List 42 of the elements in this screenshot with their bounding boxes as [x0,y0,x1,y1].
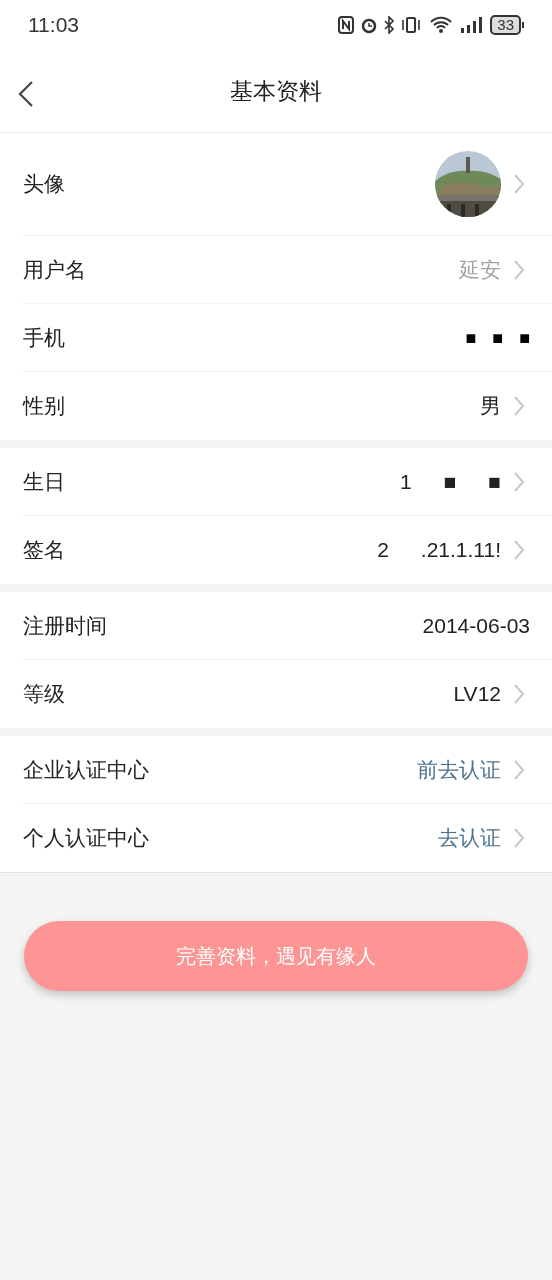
row-value: 2014-06-03 [422,612,530,639]
settings-row[interactable]: 用户名 延安 [23,236,552,304]
redaction-mark: ■ [465,328,477,347]
row-label: 个人认证中心 [23,825,149,852]
row-value: LV12 [453,681,501,708]
bluetooth-icon [384,16,395,34]
row-value: ■ [488,468,501,495]
battery-indicator: 33 [490,15,521,35]
status-time: 11:03 [28,12,79,39]
settings-row[interactable]: 签名 2 .21.1.11! [23,516,552,584]
row-label: 注册时间 [23,612,107,639]
row-label: 生日 [23,468,65,495]
back-icon [18,80,34,108]
page-title: 基本资料 [230,76,322,106]
settings-row[interactable]: 头像 [23,133,552,236]
row-label: 等级 [23,681,65,708]
row-value: 2 [377,537,389,564]
row-label: 手机 [23,324,65,351]
row-value: 前去认证 [417,756,501,783]
redaction-mark: ■ [519,328,530,347]
vibrate-icon [400,16,423,34]
row-value: 男 [480,393,501,420]
settings-row[interactable]: 个人认证中心 去认证 [23,804,552,872]
signal-icon [460,16,485,34]
row-label: 性别 [23,393,65,420]
settings-row[interactable]: 注册时间 2014-06-03 [23,592,552,660]
row-label: 用户名 [23,256,86,283]
settings-row[interactable]: 手机 ■ ■ ■ [23,304,552,372]
settings-row[interactable]: 企业认证中心 前去认证 [23,736,552,804]
row-value: 延安 [459,256,501,283]
nfc-icon [338,16,355,34]
row-value: .21.1.11! [420,537,501,564]
row-label: 头像 [23,171,65,198]
redaction-mark: ■ [492,328,504,347]
row-value: 去认证 [438,825,501,852]
settings-row[interactable]: 等级 LV12 [23,660,552,728]
row-label: 企业认证中心 [23,756,149,783]
row-value: ■ [443,468,457,495]
settings-row[interactable]: 生日 1 ■ ■ [23,448,552,516]
row-label: 签名 [23,537,65,564]
settings-row[interactable]: 性别 男 [23,372,552,440]
row-value: 1 [399,468,412,495]
